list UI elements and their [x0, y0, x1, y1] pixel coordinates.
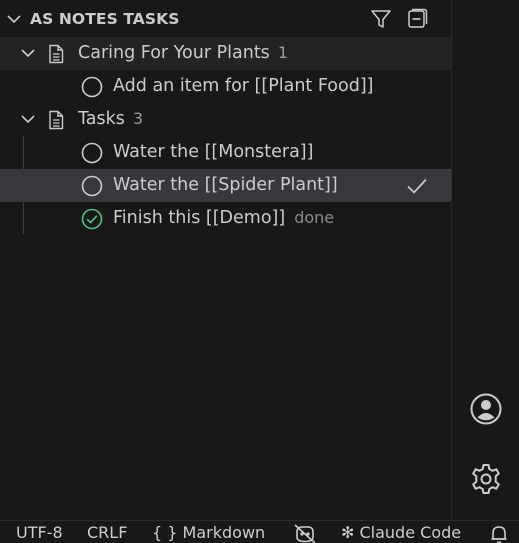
- chevron-down-icon[interactable]: [20, 45, 36, 61]
- file-icon: [49, 44, 64, 64]
- task-item[interactable]: Finish this [[Demo]] done: [0, 202, 451, 235]
- chevron-down-icon[interactable]: [6, 11, 22, 27]
- panel-title: AS NOTES TASKS: [30, 10, 180, 28]
- language-label: Markdown: [182, 523, 266, 542]
- collapse-all-icon[interactable]: [406, 8, 428, 30]
- as-notes-tasks-panel: AS NOTES TASKS Caring For Your Plants 1: [0, 0, 452, 520]
- task-text: Finish this [[Demo]]: [113, 208, 286, 228]
- check-icon[interactable]: [406, 176, 428, 196]
- task-text-wrapper: Finish this [[Demo]] done: [113, 208, 334, 228]
- copilot-disabled-icon[interactable]: [293, 524, 317, 543]
- status-bar: UTF-8 CRLF { } Markdown ✻ Claude Code: [0, 520, 519, 543]
- task-item[interactable]: Add an item for [[Plant Food]]: [0, 70, 451, 103]
- task-status: done: [294, 208, 335, 227]
- claude-code-status[interactable]: ✻ Claude Code: [341, 523, 461, 542]
- file-icon: [49, 110, 64, 130]
- bell-icon[interactable]: [489, 524, 509, 543]
- vscode-window: AS NOTES TASKS Caring For Your Plants 1: [0, 0, 519, 543]
- file-group-tasks[interactable]: Tasks 3: [0, 103, 451, 136]
- task-count: 3: [132, 109, 144, 128]
- line-ending-indicator[interactable]: CRLF: [87, 523, 127, 542]
- task-text: Water the [[Monstera]]: [113, 142, 314, 162]
- task-open-circle-icon[interactable]: [81, 76, 103, 98]
- file-name: Caring For Your Plants: [78, 43, 270, 63]
- task-count: 1: [277, 43, 288, 62]
- activity-bar: [452, 0, 519, 520]
- file-group-caring-for-your-plants[interactable]: Caring For Your Plants 1: [0, 37, 451, 70]
- task-done-check-circle-icon[interactable]: [81, 208, 103, 230]
- gear-icon[interactable]: [469, 462, 503, 496]
- task-text: Water the [[Spider Plant]]: [113, 175, 338, 195]
- task-item[interactable]: Water the [[Monstera]]: [0, 136, 451, 169]
- encoding-indicator[interactable]: UTF-8: [16, 523, 63, 542]
- file-group-label: Caring For Your Plants 1: [78, 43, 288, 63]
- file-group-label: Tasks 3: [78, 109, 143, 129]
- language-mode[interactable]: { } Markdown: [152, 523, 265, 542]
- chevron-down-icon[interactable]: [20, 111, 36, 127]
- panel-header[interactable]: AS NOTES TASKS: [0, 0, 451, 38]
- task-open-circle-icon[interactable]: [81, 175, 103, 197]
- task-open-circle-icon[interactable]: [81, 142, 103, 164]
- filter-icon[interactable]: [370, 8, 392, 30]
- account-icon[interactable]: [469, 392, 503, 426]
- braces-icon: { }: [152, 523, 178, 542]
- file-name: Tasks: [78, 109, 125, 129]
- task-item-selected[interactable]: Water the [[Spider Plant]]: [0, 169, 451, 202]
- task-text: Add an item for [[Plant Food]]: [113, 76, 374, 96]
